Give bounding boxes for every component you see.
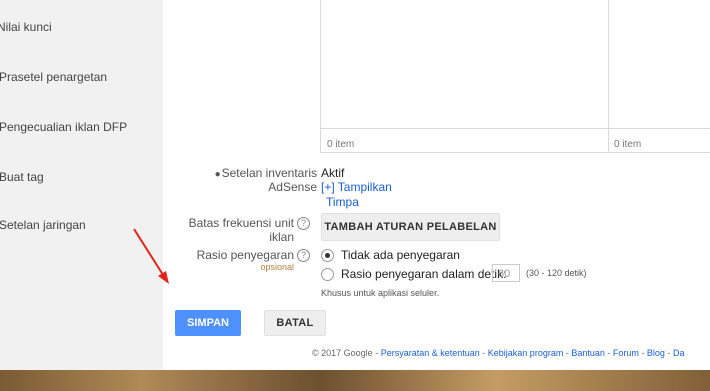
frequency-label: Batas frekuensi unit? iklan xyxy=(173,216,310,244)
panel-footer-line xyxy=(321,128,710,129)
add-labeling-rule-button[interactable]: TAMBAH ATURAN PELABELAN xyxy=(321,213,500,241)
help-circle-icon[interactable]: ? xyxy=(297,217,310,231)
adsense-label-text: Setelan inventaris AdSense xyxy=(221,166,317,194)
footer: © 2017 Google - Persyaratan & ketentuan … xyxy=(312,348,685,358)
adsense-label: ●​Setelan inventaris AdSense xyxy=(173,166,317,194)
left-item-count: 0 item xyxy=(327,139,355,150)
adsense-status: Aktif xyxy=(321,166,345,180)
red-arrow-annotation xyxy=(133,228,169,284)
radio-no-refresh[interactable] xyxy=(321,249,334,262)
radio-refresh-seconds[interactable] xyxy=(321,268,334,281)
footer-link-policy[interactable]: Kebijakan program xyxy=(488,348,564,358)
inventory-panel: 0 item 0 item xyxy=(320,0,710,153)
adsense-show-link[interactable]: [+] Tampilkan xyxy=(321,180,392,194)
refresh-label: Rasio penyegaran? opsional xyxy=(173,248,310,272)
radio-no-refresh-label: Tidak ada penyegaran xyxy=(341,248,460,262)
refresh-label-text: Rasio penyegaran xyxy=(196,248,294,262)
help-circle-icon[interactable]: ? xyxy=(297,249,310,263)
sidebar-item-nilai-kunci[interactable]: Nilai kunci xyxy=(0,20,52,34)
mobile-only-note: Khusus untuk aplikasi seluler. xyxy=(321,288,440,298)
footer-link-help[interactable]: Bantuan xyxy=(571,348,605,358)
frequency-label-line2: iklan xyxy=(269,230,294,245)
footer-copyright: © 2017 Google xyxy=(312,348,373,358)
footer-link-terms[interactable]: Persyaratan & ketentuan xyxy=(381,348,480,358)
main-content: 0 item 0 item ●​Setelan inventaris AdSen… xyxy=(163,0,710,370)
footer-link-blog[interactable]: Blog xyxy=(647,348,665,358)
cancel-button[interactable]: BATAL xyxy=(264,310,326,336)
sidebar: Nilai kunci Prasetel penargetan Pengecua… xyxy=(0,0,163,370)
adsense-override-link[interactable]: Timpa xyxy=(326,195,359,209)
footer-link-more[interactable]: Da xyxy=(673,348,685,358)
sidebar-item-buat-tag[interactable]: Buat tag xyxy=(0,170,44,184)
footer-link-forum[interactable]: Forum xyxy=(613,348,639,358)
people-icon: ●​ xyxy=(214,169,221,180)
refresh-seconds-input[interactable]: 60 xyxy=(492,264,520,282)
sidebar-item-setelan-jaringan[interactable]: Setelan jaringan xyxy=(0,218,86,232)
sidebar-item-prasetel-penargetan[interactable]: Prasetel penargetan xyxy=(0,70,107,84)
sidebar-item-pengecualian-iklan[interactable]: Pengecualian iklan DFP xyxy=(0,120,127,134)
save-button[interactable]: SIMPAN xyxy=(175,310,241,336)
refresh-optional-label: opsional xyxy=(260,262,294,273)
desktop-background-strip xyxy=(0,370,710,391)
right-item-count: 0 item xyxy=(614,139,642,150)
frequency-label-line1: Batas frekuensi unit xyxy=(188,216,294,230)
radio-refresh-seconds-label: Rasio penyegaran dalam detik: xyxy=(341,267,507,281)
refresh-seconds-range: (30 - 120 detik) xyxy=(526,268,587,278)
panel-divider xyxy=(608,0,609,152)
